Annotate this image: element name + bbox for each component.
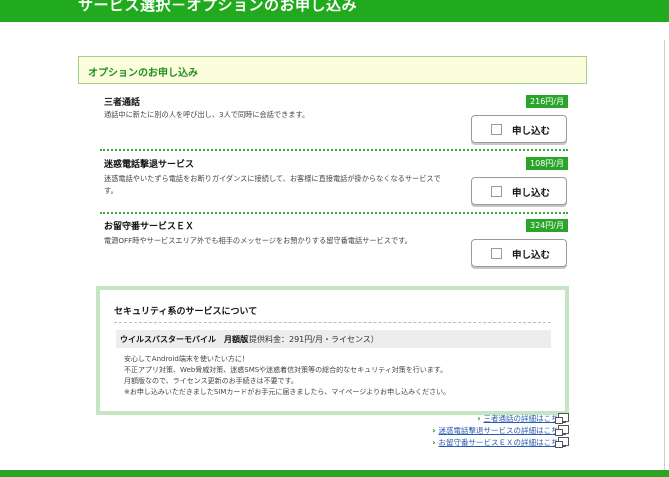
divider: [100, 212, 568, 214]
apply-button-three-way-call[interactable]: 申し込む: [471, 115, 567, 143]
option-item-voicemail-ex: お留守番サービスＥＸ 324円/月 電源OFF時やサービスエリア外でも相手のメッ…: [104, 219, 568, 269]
chevron-right-icon: ›: [477, 414, 481, 423]
option-description: 迷惑電話やいたずら電話をお断りガイダンスに接続して、お客様に直接電話が掛からなく…: [104, 174, 441, 183]
detail-link-voicemail-ex[interactable]: › お留守番サービスＥＸの詳細はこちら: [432, 437, 566, 448]
product-name: ウイルスバスターモバイル 月額版: [120, 335, 248, 344]
option-name: 迷惑電話撃退サービス: [104, 160, 195, 170]
security-info-box: セキュリティ系のサービスについて ウイルスバスターモバイル 月額版 （提供料金：…: [96, 286, 569, 415]
apply-button-label: 申し込む: [512, 188, 551, 199]
external-window-icon[interactable]: [555, 413, 569, 424]
chevron-right-icon: ›: [432, 426, 436, 435]
product-price: （提供料金：291円/月・ライセンス）: [241, 335, 379, 344]
apply-checkbox[interactable]: [491, 186, 502, 197]
apply-button-label: 申し込む: [512, 126, 551, 137]
detail-link-three-way-call[interactable]: › 三者通話の詳細はこちら: [477, 413, 566, 424]
external-window-icon[interactable]: [555, 437, 569, 448]
price-badge: 216円/月: [526, 95, 568, 108]
security-product-row: ウイルスバスターモバイル 月額版 （提供料金：291円/月・ライセンス）: [116, 330, 551, 348]
detail-link-nuisance-call[interactable]: › 迷惑電話撃退サービスの詳細はこちら: [432, 425, 566, 436]
external-window-icon[interactable]: [555, 425, 569, 436]
section-title: オプションのお申し込み: [88, 68, 198, 79]
apply-button-label: 申し込む: [512, 250, 551, 261]
apply-checkbox[interactable]: [491, 248, 502, 259]
page-header: サービス選択－オプションのお申し込み: [0, 0, 669, 22]
price-badge: 108円/月: [526, 157, 568, 170]
apply-button-nuisance-call[interactable]: 申し込む: [471, 177, 567, 205]
security-text-line: 不正アプリ対策、Web脅威対策、迷惑SMSや迷惑着信対策等の総合的なセキュリティ…: [124, 366, 448, 374]
option-name: お留守番サービスＥＸ: [104, 222, 195, 232]
security-text-line: 月額版なので、ライセンス更新のお手続きは不要です。: [124, 377, 298, 385]
option-item-nuisance-call: 迷惑電話撃退サービス 108円/月 迷惑電話やいたずら電話をお断りガイダンスに接…: [104, 157, 568, 209]
option-description: 通話中に新たに別の人を呼び出し、3人で同時に会話できます。: [104, 110, 310, 119]
option-item-three-way-call: 三者通話 216円/月 通話中に新たに別の人を呼び出し、3人で同時に会話できます…: [104, 95, 568, 145]
chevron-right-icon: ›: [432, 438, 436, 447]
option-description-cont: す。: [104, 186, 118, 195]
divider: [100, 149, 568, 151]
divider: [114, 322, 551, 323]
apply-checkbox[interactable]: [491, 124, 502, 135]
apply-button-voicemail-ex[interactable]: 申し込む: [471, 239, 567, 267]
option-name: 三者通話: [104, 98, 141, 108]
security-title: セキュリティ系のサービスについて: [114, 307, 258, 317]
security-text-line: ※お申し込みいただきましたSIMカードがお手元に届きましたら、マイページよりお申…: [124, 388, 451, 396]
option-description: 電源OFF時やサービスエリア外でも相手のメッセージをお預かりする留守番電話サービ…: [104, 236, 412, 245]
price-badge: 324円/月: [526, 219, 568, 232]
page-title: サービス選択－オプションのお申し込み: [78, 0, 358, 14]
content-right-border: [664, 40, 665, 477]
section-header: オプションのお申し込み: [78, 56, 587, 84]
footer-bar: [0, 470, 669, 477]
security-text-line: 安心してAndroid端末を使いたい方に！: [124, 355, 249, 363]
